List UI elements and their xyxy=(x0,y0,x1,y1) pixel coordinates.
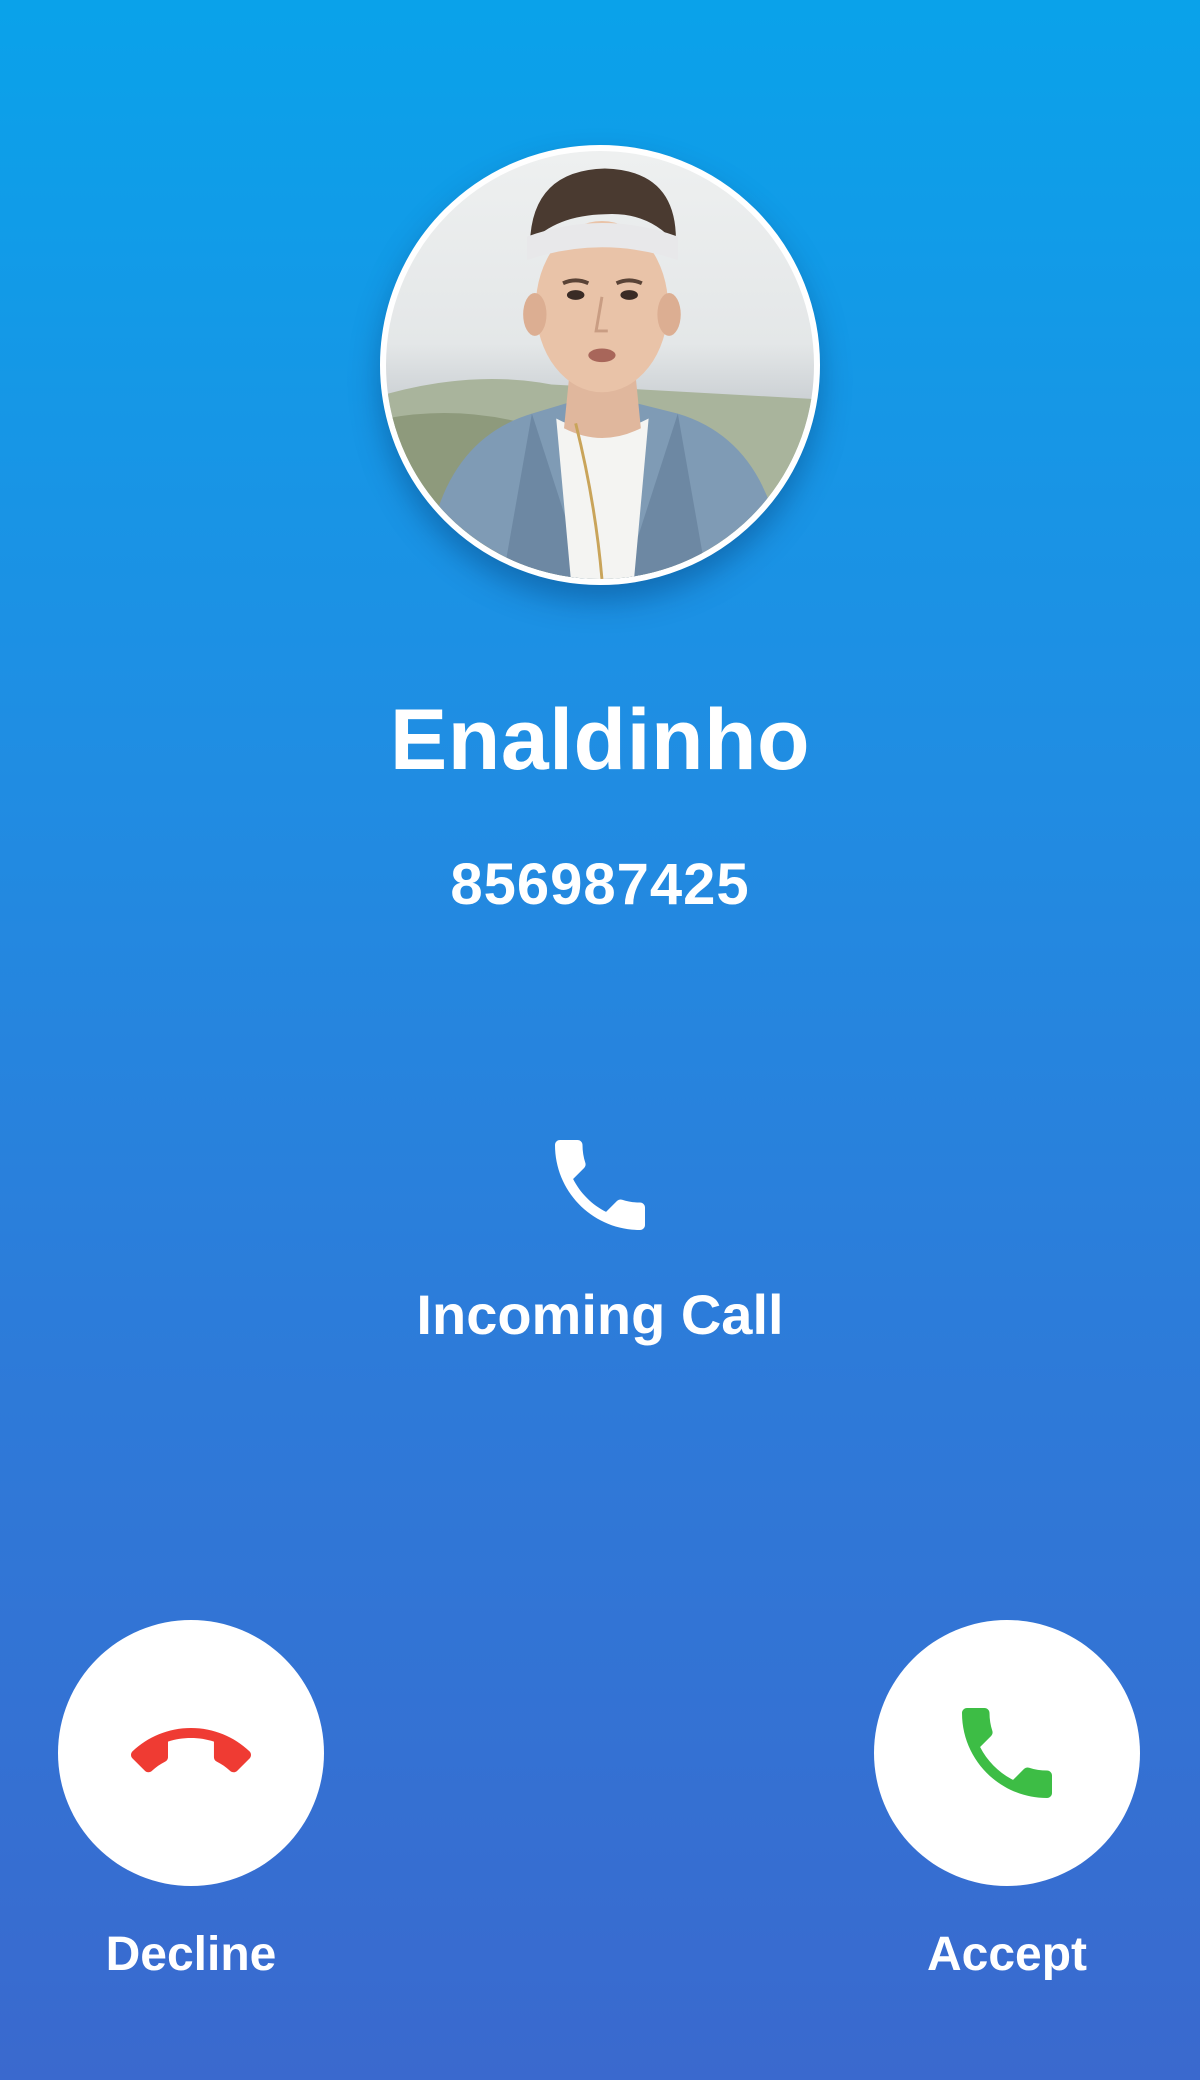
caller-name: Enaldinho xyxy=(389,692,811,788)
accept-label: Accept xyxy=(926,1928,1088,1981)
caller-avatar xyxy=(380,145,820,585)
decline-label: Decline xyxy=(105,1928,277,1981)
call-status-label: Incoming Call xyxy=(416,1283,784,1346)
caller-photo xyxy=(386,168,814,579)
phone-icon xyxy=(540,1125,660,1245)
decline-button[interactable] xyxy=(58,1620,324,1886)
phone-hangup-icon xyxy=(131,1728,251,1773)
phone-icon xyxy=(962,1708,1052,1798)
incoming-call-screen: Enaldinho 856987425 Incoming Call Declin… xyxy=(0,0,1200,2080)
accept-button[interactable] xyxy=(874,1620,1140,1886)
caller-number: 856987425 xyxy=(450,852,750,917)
